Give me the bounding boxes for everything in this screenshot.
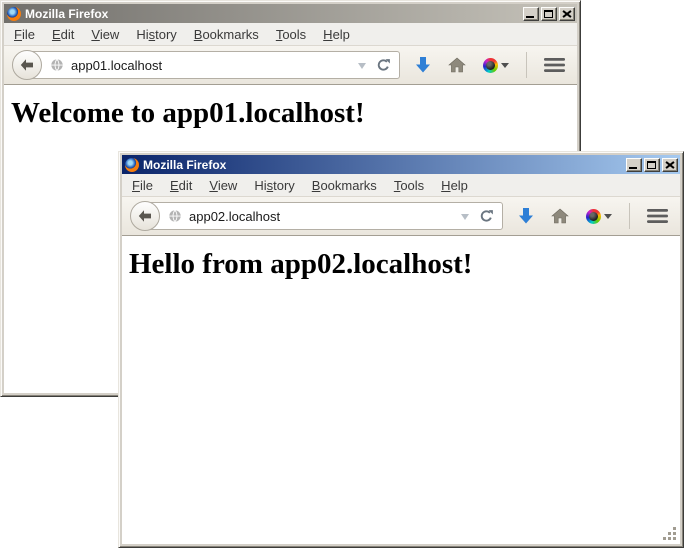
- toolbar-separator: [629, 203, 630, 229]
- toolbar-separator: [526, 52, 527, 78]
- download-button[interactable]: [518, 207, 534, 225]
- globe-icon[interactable]: [50, 58, 64, 72]
- menu-label: iew: [100, 27, 120, 42]
- close-icon: [562, 10, 572, 18]
- menubar: File Edit View History Bookmarks Tools H…: [4, 23, 577, 45]
- window-controls: [523, 7, 575, 21]
- menu-label: elp: [451, 178, 468, 193]
- menu-history[interactable]: History: [248, 176, 300, 195]
- menu-label: V: [91, 27, 99, 42]
- menu-help[interactable]: Help: [435, 176, 474, 195]
- maximize-icon: [544, 10, 553, 18]
- menu-label: dit: [61, 27, 75, 42]
- titlebar[interactable]: Mozilla Firefox: [122, 155, 680, 174]
- menu-label: ile: [22, 27, 35, 42]
- resize-grip-icon[interactable]: [662, 526, 676, 540]
- minimize-button[interactable]: [626, 158, 642, 172]
- menu-label: dit: [179, 178, 193, 193]
- chevron-down-icon[interactable]: [461, 214, 469, 224]
- menu-history[interactable]: History: [130, 25, 182, 44]
- menu-label: Hi: [136, 27, 148, 42]
- minimize-icon: [629, 167, 637, 169]
- menu-label: H: [323, 27, 332, 42]
- addon-ring-icon: [483, 58, 498, 73]
- page-heading: Welcome to app01.localhost!: [11, 97, 577, 130]
- menu-label: F: [132, 178, 140, 193]
- menu-label: ile: [140, 178, 153, 193]
- addon-button[interactable]: [586, 209, 612, 224]
- menu-label: iew: [218, 178, 238, 193]
- menu-view[interactable]: View: [85, 25, 125, 44]
- close-icon: [665, 161, 675, 169]
- menu-bookmarks[interactable]: Bookmarks: [188, 25, 265, 44]
- menu-label: V: [209, 178, 217, 193]
- back-button[interactable]: [130, 201, 160, 231]
- firefox-logo-icon: [7, 7, 21, 21]
- menu-help[interactable]: Help: [317, 25, 356, 44]
- reload-button[interactable]: [479, 209, 494, 224]
- window-title: Mozilla Firefox: [25, 7, 523, 21]
- menu-label: ools: [400, 178, 424, 193]
- menu-file[interactable]: File: [8, 25, 41, 44]
- titlebar[interactable]: Mozilla Firefox: [4, 4, 577, 23]
- hamburger-menu-button[interactable]: [544, 58, 565, 72]
- menu-label: F: [14, 27, 22, 42]
- minimize-icon: [526, 16, 534, 18]
- maximize-button[interactable]: [644, 158, 660, 172]
- chevron-down-icon[interactable]: [358, 63, 366, 73]
- menu-edit[interactable]: Edit: [164, 176, 198, 195]
- menubar: File Edit View History Bookmarks Tools H…: [122, 174, 680, 196]
- download-button[interactable]: [415, 56, 431, 74]
- url-bar[interactable]: app01.localhost: [27, 51, 400, 79]
- menu-label: Hi: [254, 178, 266, 193]
- menu-label: ookmarks: [320, 178, 376, 193]
- menu-tools[interactable]: Tools: [388, 176, 430, 195]
- desktop: { "windows": [ { "title": "Mozilla Firef…: [0, 0, 688, 551]
- nav-toolbar: app01.localhost: [4, 45, 577, 85]
- page-content: Hello from app02.localhost!: [122, 236, 680, 544]
- back-button[interactable]: [12, 50, 42, 80]
- menu-view[interactable]: View: [203, 176, 243, 195]
- window-title: Mozilla Firefox: [143, 158, 626, 172]
- chevron-down-icon: [501, 63, 509, 72]
- maximize-icon: [647, 161, 656, 169]
- menu-label: E: [52, 27, 61, 42]
- back-arrow-icon: [137, 208, 153, 224]
- url-text: app02.localhost: [189, 209, 461, 224]
- page-heading: Hello from app02.localhost!: [129, 248, 680, 281]
- window-controls: [626, 158, 678, 172]
- addon-button[interactable]: [483, 58, 509, 73]
- menu-label: ookmarks: [202, 27, 258, 42]
- nav-toolbar: app02.localhost: [122, 196, 680, 236]
- firefox-logo-icon: [125, 158, 139, 172]
- menu-edit[interactable]: Edit: [46, 25, 80, 44]
- hamburger-menu-button[interactable]: [647, 209, 668, 223]
- close-button[interactable]: [559, 7, 575, 21]
- maximize-button[interactable]: [541, 7, 557, 21]
- chevron-down-icon: [604, 214, 612, 223]
- close-button[interactable]: [662, 158, 678, 172]
- toolbar-icons: [518, 203, 668, 229]
- menu-label: tory: [273, 178, 295, 193]
- back-arrow-icon: [19, 57, 35, 73]
- menu-label: ools: [282, 27, 306, 42]
- menu-file[interactable]: File: [126, 176, 159, 195]
- minimize-button[interactable]: [523, 7, 539, 21]
- url-text: app01.localhost: [71, 58, 358, 73]
- url-bar[interactable]: app02.localhost: [145, 202, 503, 230]
- menu-label: E: [170, 178, 179, 193]
- menu-label: H: [441, 178, 450, 193]
- menu-label: tory: [155, 27, 177, 42]
- home-button[interactable]: [551, 208, 569, 224]
- firefox-window-app02: Mozilla Firefox File Edit View History B…: [118, 151, 684, 548]
- home-button[interactable]: [448, 57, 466, 73]
- globe-icon[interactable]: [168, 209, 182, 223]
- reload-button[interactable]: [376, 58, 391, 73]
- menu-tools[interactable]: Tools: [270, 25, 312, 44]
- addon-ring-icon: [586, 209, 601, 224]
- toolbar-icons: [415, 52, 565, 78]
- menu-bookmarks[interactable]: Bookmarks: [306, 176, 383, 195]
- menu-label: elp: [333, 27, 350, 42]
